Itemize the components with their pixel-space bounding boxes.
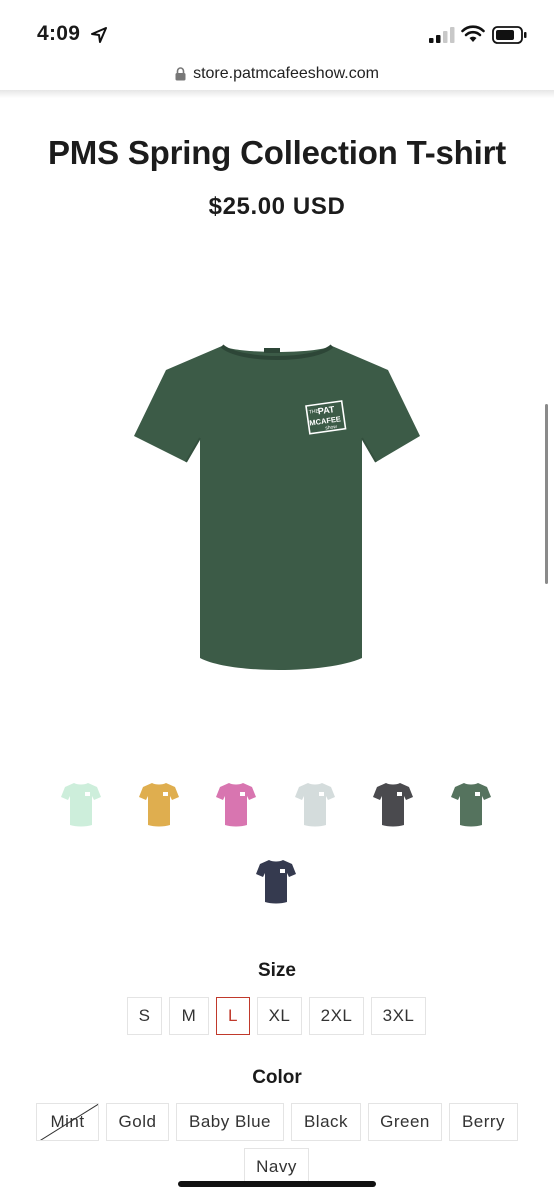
- home-indicator[interactable]: [178, 1181, 376, 1187]
- status-bar: 4:09: [0, 0, 554, 62]
- color-option-mint[interactable]: Mint: [36, 1103, 99, 1141]
- color-option-berry[interactable]: Berry: [449, 1103, 518, 1141]
- size-heading: Size: [257, 960, 297, 981]
- thumbnail-black[interactable]: [373, 781, 413, 827]
- status-time: 4:09: [37, 22, 81, 45]
- scrollbar[interactable]: [545, 404, 548, 584]
- color-heading: Color: [252, 1067, 302, 1088]
- size-option-l[interactable]: L: [216, 997, 250, 1035]
- size-option-s[interactable]: S: [127, 997, 162, 1035]
- header-shadow: [0, 90, 554, 98]
- url-text: store.patmcafeeshow.com: [193, 65, 379, 82]
- product-main-image[interactable]: THE PAT MCAFEE show: [130, 340, 424, 674]
- address-bar[interactable]: store.patmcafeeshow.com: [0, 56, 554, 92]
- size-option-2xl[interactable]: 2XL: [309, 997, 364, 1035]
- color-option-black[interactable]: Black: [291, 1103, 361, 1141]
- color-option-gold[interactable]: Gold: [106, 1103, 169, 1141]
- product-price: $25.00 USD: [208, 193, 346, 220]
- thumbnail-baby-blue[interactable]: [295, 781, 335, 827]
- location-arrow-icon: [91, 27, 107, 43]
- product-title: PMS Spring Collection T-shirt: [47, 134, 507, 171]
- lock-icon: [175, 67, 186, 81]
- size-option-3xl[interactable]: 3XL: [371, 997, 426, 1035]
- size-option-xl[interactable]: XL: [257, 997, 302, 1035]
- battery-icon: [492, 26, 527, 44]
- thumbnail-mint[interactable]: [61, 781, 101, 827]
- color-option-baby-blue[interactable]: Baby Blue: [176, 1103, 284, 1141]
- thumbnail-navy[interactable]: [256, 858, 296, 904]
- thumbnail-green[interactable]: [451, 781, 491, 827]
- color-option-green[interactable]: Green: [368, 1103, 442, 1141]
- wifi-icon: [461, 25, 485, 42]
- thumbnail-berry[interactable]: [216, 781, 256, 827]
- thumbnail-gold[interactable]: [139, 781, 179, 827]
- size-option-m[interactable]: M: [169, 997, 209, 1035]
- tshirt-body: [134, 346, 420, 670]
- cellular-signal-icon: [429, 27, 455, 43]
